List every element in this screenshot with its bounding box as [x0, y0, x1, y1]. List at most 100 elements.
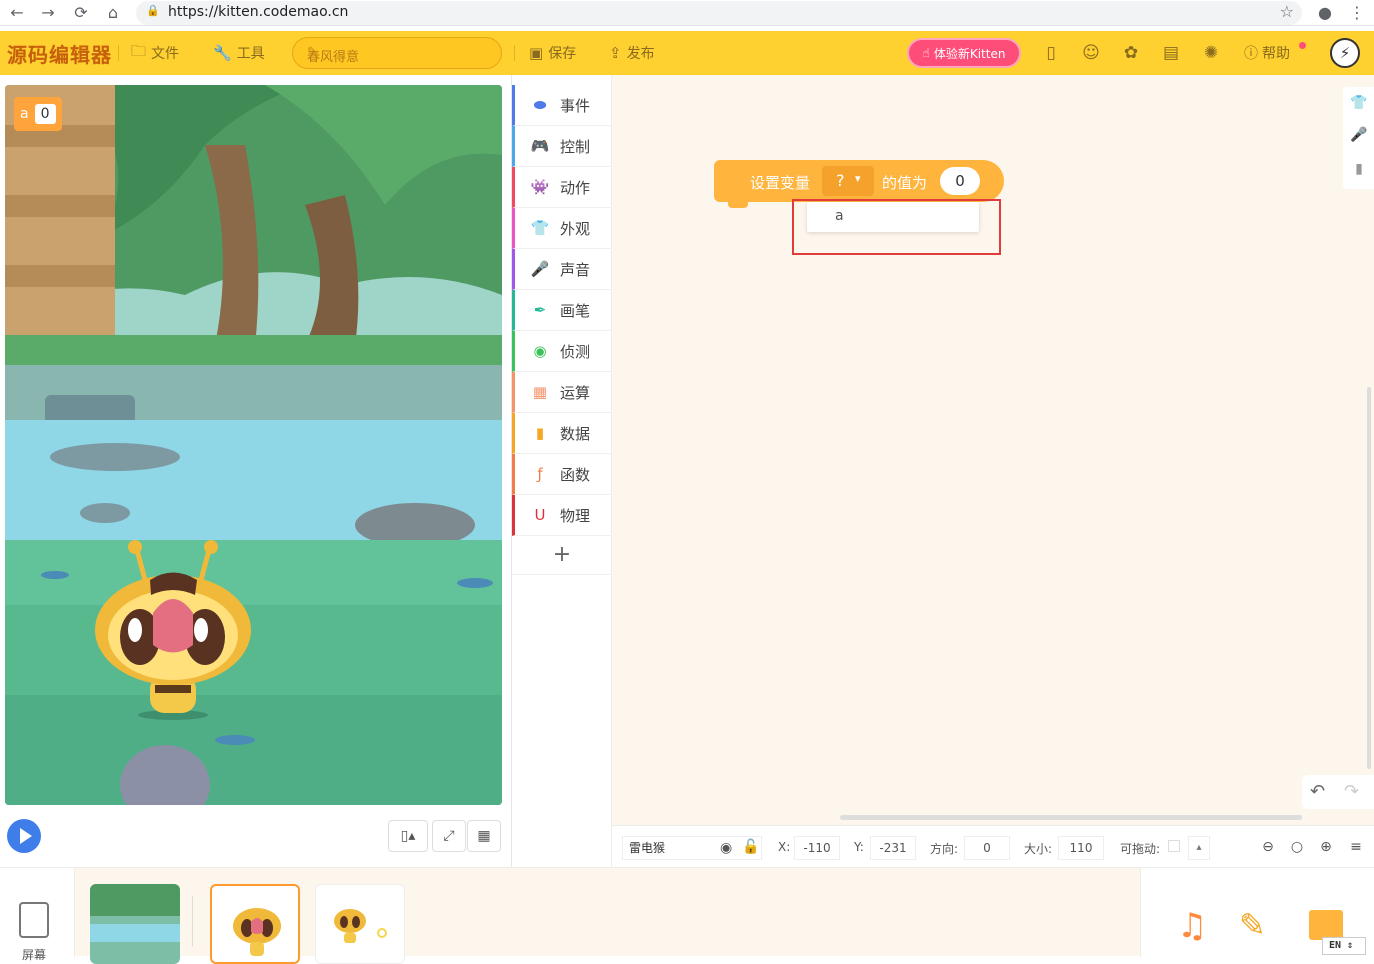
variable-select-dropdown[interactable]: ? ▾ [822, 166, 874, 196]
fullscreen-icon[interactable]: ⤢ [432, 820, 466, 852]
direction-label: 方向: [930, 842, 959, 856]
workspace-side-tools: 👕 🎤 ▮ [1343, 87, 1374, 189]
undo-redo-group: ↶ ↷ [1302, 775, 1374, 809]
category-item[interactable]: ▦ 运算 [512, 372, 612, 413]
wrench-icon: 🔧 [213, 44, 232, 62]
costume-shirt-icon[interactable]: 👕 [1349, 95, 1369, 115]
screen-selector[interactable]: 屏幕 [0, 868, 75, 962]
help-question-icon: ⓘ [1244, 46, 1258, 62]
toggle-icon: ⬬ [533, 96, 547, 114]
code-workspace[interactable]: 设置变量 ? ▾ 的值为 0 a 👕 🎤 ▮ ↶ ↷ [612, 75, 1374, 825]
hamburger-menu-icon[interactable]: ≡ [1346, 837, 1366, 857]
block-value-input[interactable]: 0 [940, 167, 980, 195]
collapse-arrow-icon[interactable]: ▴ [1188, 836, 1210, 860]
device-mode-dropdown[interactable]: ▯▴ [388, 820, 428, 852]
category-item[interactable]: 👾 动作 [512, 167, 612, 208]
direction-input[interactable]: 0 [964, 836, 1010, 860]
stage-canvas[interactable]: a 0 [5, 85, 502, 805]
redo-icon[interactable]: ↷ [1344, 781, 1359, 802]
zoom-out-icon[interactable]: ⊖ [1258, 837, 1278, 857]
category-item[interactable]: U 物理 [512, 495, 612, 536]
zoom-in-icon[interactable]: ⊕ [1316, 837, 1336, 857]
vertical-scrollbar[interactable] [1367, 387, 1371, 769]
forward-icon[interactable]: → [37, 2, 59, 24]
variable-monitor[interactable]: a 0 [14, 97, 62, 131]
x-input[interactable]: -110 [794, 836, 840, 860]
back-icon[interactable]: ← [6, 2, 28, 24]
browser-menu-icon[interactable]: ⋮ [1346, 2, 1368, 24]
try-new-kitten-button[interactable]: ☝ 体验新Kitten [907, 38, 1021, 68]
category-item[interactable]: ◉ 侦测 [512, 331, 612, 372]
stage-panel: a 0 ▯▴ ⤢ ▦ [0, 75, 512, 867]
account-icon[interactable]: ● [1314, 2, 1336, 24]
data-chart-icon[interactable]: ▮ [1349, 161, 1369, 181]
sprite-thumbnail-image [334, 909, 387, 943]
file-menu[interactable]: 🗀 文件 [131, 41, 179, 63]
music-note-icon[interactable]: ♫ [1177, 906, 1207, 946]
category-label: 运算 [560, 383, 591, 402]
grid-icon[interactable]: ▦ [467, 820, 501, 852]
category-item[interactable]: 🎤 声音 [512, 249, 612, 290]
horizontal-scrollbar[interactable] [840, 815, 1302, 820]
thumbnail-divider [192, 896, 193, 946]
project-name-input[interactable]: 春风得意 ✎ [292, 37, 502, 69]
browser-toolbar: ← → ⟳ ⌂ 🔒 https://kitten.codemao.cn ☆ ● … [0, 0, 1374, 26]
y-label: Y: [854, 840, 864, 854]
set-variable-block[interactable]: 设置变量 ? ▾ 的值为 0 [714, 160, 1004, 208]
hardware-icon[interactable]: ✿ [1119, 41, 1143, 65]
block-notch [728, 200, 748, 208]
tools-menu-label: 工具 [236, 46, 265, 62]
robot-icon[interactable]: ☺ [1079, 41, 1103, 65]
gift-box-icon[interactable]: ▤ [1159, 41, 1183, 65]
sprite-name-input[interactable]: 雷电猴 [622, 836, 762, 860]
add-category-button[interactable]: + [512, 535, 612, 575]
help-menu[interactable]: ⓘ 帮助 [1244, 43, 1290, 63]
device-icon[interactable]: ▯ [1039, 41, 1063, 65]
shirt-icon: 👕 [530, 219, 550, 237]
play-button[interactable] [7, 819, 41, 853]
chevron-down-icon: ▾ [855, 172, 861, 185]
y-input[interactable]: -231 [870, 836, 916, 860]
category-label: 物理 [560, 506, 591, 525]
edit-pencil-icon: ✎ [307, 45, 318, 60]
category-item[interactable]: 👕 外观 [512, 208, 612, 249]
reload-icon[interactable]: ⟳ [70, 2, 92, 24]
pen-icon: ✒ [533, 301, 547, 319]
category-item[interactable]: ⬬ 事件 [512, 85, 612, 126]
url-text[interactable]: https://kitten.codemao.cn [168, 4, 348, 20]
category-item[interactable]: ▮ 数据 [512, 413, 612, 454]
block-label-set-variable: 设置变量 [750, 174, 811, 192]
save-button[interactable]: ▣ 保存 [529, 43, 576, 63]
lock-icon: 🔒 [146, 4, 160, 17]
visibility-eye-icon[interactable]: ◉ [720, 840, 732, 856]
bookmark-star-icon[interactable]: ☆ [1280, 2, 1294, 21]
publish-button[interactable]: ⇪ 发布 [609, 43, 655, 63]
draggable-checkbox[interactable] [1168, 840, 1180, 852]
zoom-reset-icon[interactable]: ○ [1287, 837, 1307, 857]
sound-mic-icon[interactable]: 🎤 [1349, 127, 1369, 147]
category-item[interactable]: ƒ 函数 [512, 454, 612, 495]
settings-gear-icon[interactable]: ✺ [1199, 41, 1223, 65]
category-item[interactable]: ✒ 画笔 [512, 290, 612, 331]
home-icon[interactable]: ⌂ [102, 2, 124, 24]
target-icon: ◉ [533, 342, 547, 360]
undo-icon[interactable]: ↶ [1310, 781, 1325, 802]
variable-select-value: ? [836, 171, 845, 190]
tools-menu[interactable]: 🔧 工具 [213, 43, 265, 63]
publish-label: 发布 [626, 46, 655, 62]
mode-switch-icon[interactable]: ⚡ [1330, 38, 1360, 68]
paint-pencil-icon[interactable]: ✎ [1239, 906, 1266, 944]
sprite-thumbnail[interactable] [315, 884, 405, 964]
highlight-annotation-box [792, 199, 1001, 255]
folder-icon: 🗀 [131, 41, 147, 60]
sprite-properties-bar: 雷电猴 ◉ 🔓 X: -110 Y: -231 方向: 0 大小: 110 可拖… [612, 825, 1374, 867]
address-bar[interactable]: 🔒 https://kitten.codemao.cn ☆ [136, 1, 1302, 25]
size-input[interactable]: 110 [1058, 836, 1104, 860]
background-thumbnail[interactable] [90, 884, 180, 964]
sprite-thumbnail-selected[interactable] [210, 884, 300, 964]
category-item[interactable]: 🎮 控制 [512, 126, 612, 167]
language-indicator[interactable]: EN ⇕ [1322, 937, 1366, 955]
category-label: 事件 [560, 96, 591, 115]
lock-toggle-icon[interactable]: 🔓 [742, 839, 759, 855]
folder-add-icon[interactable] [1309, 910, 1343, 940]
